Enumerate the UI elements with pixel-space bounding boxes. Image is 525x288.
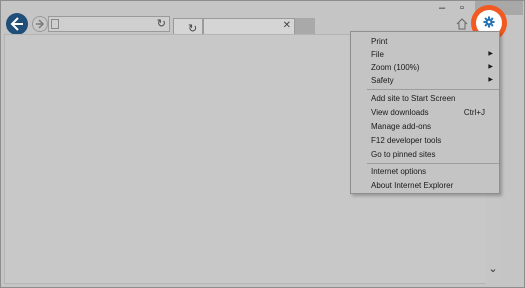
menu-item-label: About Internet Explorer — [371, 181, 454, 190]
submenu-arrow-icon: ▶ — [488, 77, 493, 83]
menu-item-about[interactable]: About Internet Explorer — [351, 179, 499, 192]
menu-item-label: Safety — [371, 76, 394, 85]
refresh-icon[interactable]: ↻ — [157, 18, 166, 30]
new-tab-button[interactable] — [295, 18, 315, 34]
browser-tab[interactable]: ✕ — [203, 18, 295, 34]
menu-separator — [367, 163, 499, 164]
forward-arrow-icon — [36, 19, 45, 29]
minimize-button[interactable]: – — [435, 3, 449, 14]
menu-item-label: View downloads — [371, 108, 429, 117]
tools-menu: Print File ▶ Zoom (100%) ▶ Safety ▶ Add sit… — [350, 31, 500, 194]
menu-item-label: Internet options — [371, 167, 427, 176]
gear-icon[interactable] — [483, 16, 495, 28]
submenu-arrow-icon: ▶ — [488, 51, 493, 57]
menu-item-file[interactable]: File ▶ — [351, 48, 499, 61]
address-input[interactable] — [61, 18, 153, 30]
menu-item-shortcut: Ctrl+J — [463, 108, 485, 117]
menu-item-pinned-sites[interactable]: Go to pinned sites — [351, 148, 499, 161]
forward-button[interactable] — [32, 16, 48, 32]
menu-item-internet-options[interactable]: Internet options — [351, 165, 499, 178]
maximize-button[interactable]: ▫ — [455, 3, 469, 14]
submenu-arrow-icon: ▶ — [488, 64, 493, 70]
back-arrow-icon — [10, 17, 23, 31]
menu-item-label: Zoom (100%) — [371, 63, 420, 72]
menu-separator — [367, 89, 499, 90]
menu-item-view-downloads[interactable]: View downloads Ctrl+J — [351, 106, 499, 119]
menu-item-zoom[interactable]: Zoom (100%) ▶ — [351, 61, 499, 74]
menu-item-label: Manage add-ons — [371, 122, 432, 131]
menu-item-label: Add site to Start Screen — [371, 94, 456, 103]
address-bar[interactable]: ↻ — [48, 16, 170, 32]
back-button[interactable] — [6, 13, 28, 35]
menu-item-label: File — [371, 50, 384, 59]
home-icon[interactable] — [456, 18, 468, 30]
menu-item-label: Go to pinned sites — [371, 150, 436, 159]
menu-item-dev-tools[interactable]: F12 developer tools — [351, 134, 499, 147]
menu-item-label: Print — [371, 37, 388, 46]
menu-item-add-site[interactable]: Add site to Start Screen — [351, 92, 499, 105]
page-icon — [51, 19, 59, 29]
menu-item-safety[interactable]: Safety ▶ — [351, 74, 499, 87]
menu-item-print[interactable]: Print — [351, 35, 499, 48]
menu-item-manage-addons[interactable]: Manage add-ons — [351, 120, 499, 133]
scroll-down-arrow-icon[interactable]: ⌄ — [486, 262, 500, 275]
close-tab-icon[interactable]: ✕ — [283, 20, 291, 31]
menu-item-label: F12 developer tools — [371, 136, 442, 145]
